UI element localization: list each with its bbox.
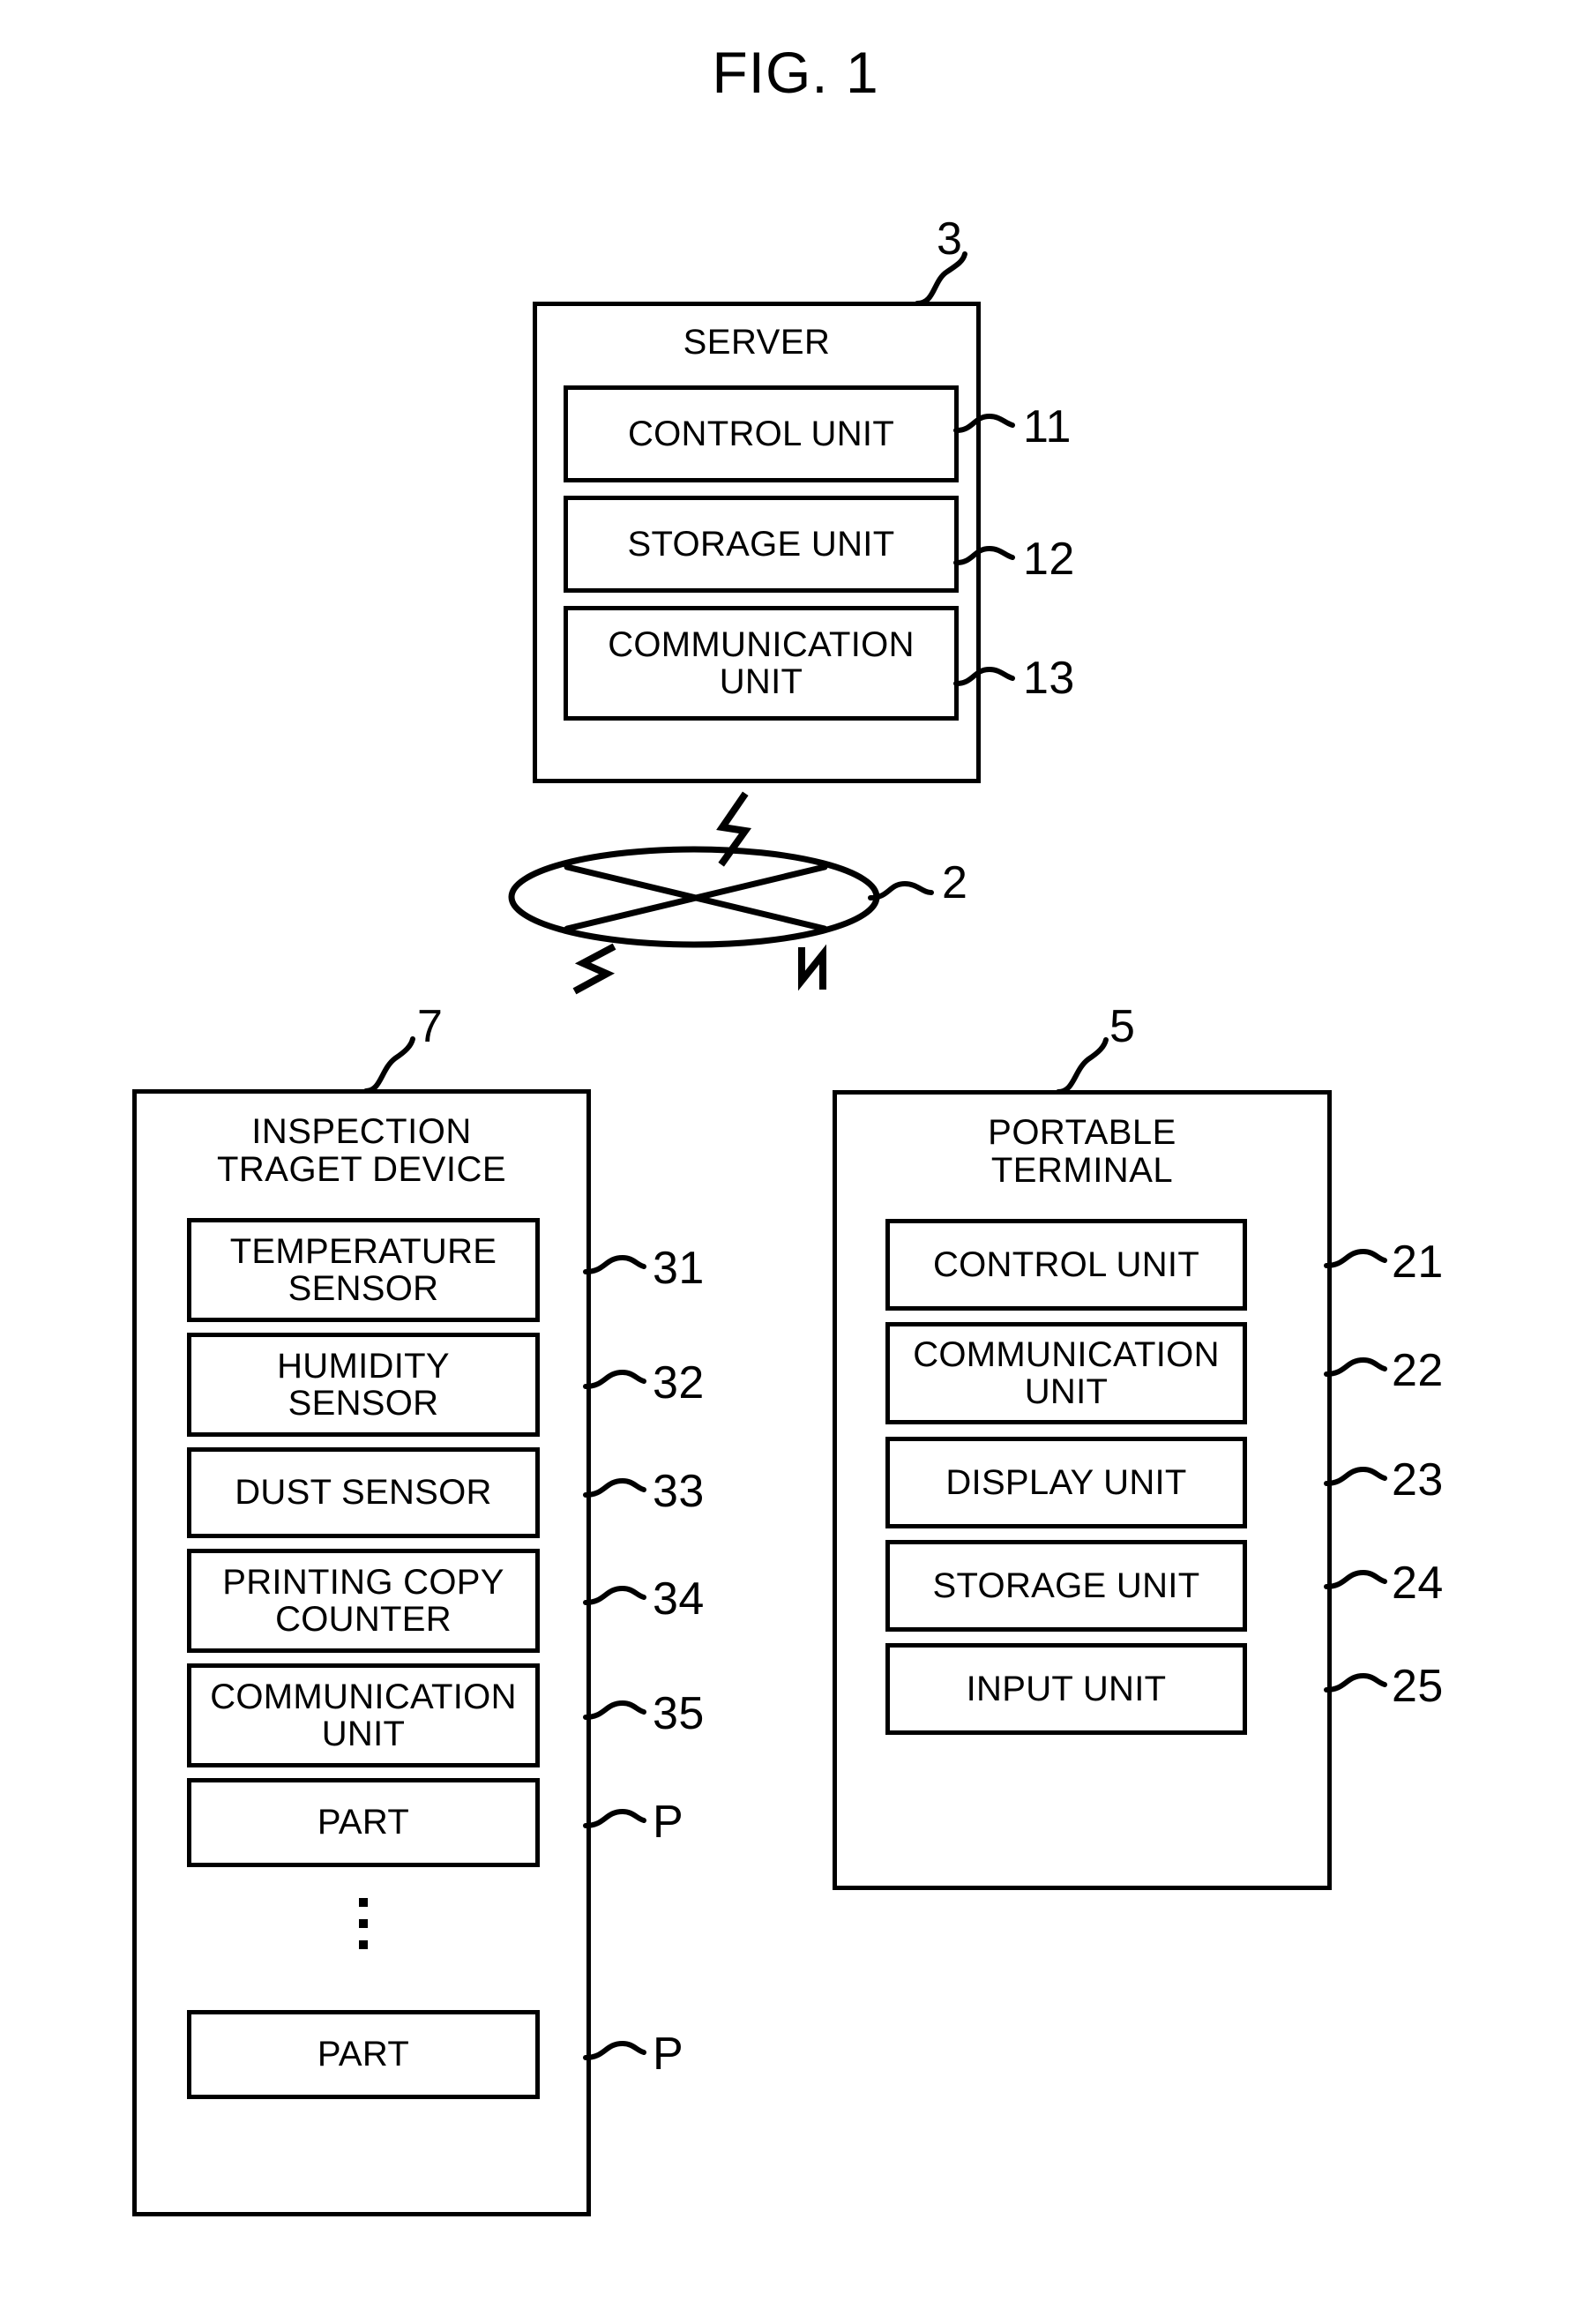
leader-portable-display-unit — [1324, 1466, 1387, 1486]
inspection-temperature-sensor: TEMPERATURE SENSOR — [187, 1218, 540, 1322]
leader-portable-storage-unit — [1324, 1569, 1387, 1589]
inspection-device-title-line2: TRAGET DEVICE — [216, 1150, 507, 1190]
inspection-humidity-sensor-label-line1: HUMIDITY — [277, 1346, 450, 1386]
inspection-device-title-line1: INSPECTION — [251, 1112, 472, 1151]
inspection-humidity-sensor-label-line2: SENSOR — [288, 1384, 439, 1423]
leader-inspection-part-last — [583, 2040, 646, 2060]
leader-inspection-printing-copy-counter — [583, 1585, 646, 1605]
inspection-dust-sensor-label: DUST SENSOR — [235, 1473, 492, 1513]
portable-terminal-title: PORTABLE TERMINAL — [837, 1113, 1327, 1191]
server-module: SERVER CONTROL UNIT STORAGE UNIT COMMUNI… — [533, 302, 981, 783]
ref-network: 2 — [942, 857, 968, 908]
server-control-unit: CONTROL UNIT — [564, 385, 959, 482]
inspection-temperature-sensor-label-line1: TEMPERATURE — [229, 1231, 497, 1271]
inspection-printing-copy-counter-label-line1: PRINTING COPY — [222, 1562, 504, 1602]
server-storage-unit: STORAGE UNIT — [564, 496, 959, 593]
portable-storage-unit-label: STORAGE UNIT — [932, 1566, 1200, 1605]
ellipsis-dot — [359, 1898, 368, 1907]
inspection-communication-unit: COMMUNICATION UNIT — [187, 1663, 540, 1767]
portable-communication-unit-label-line1: COMMUNICATION — [913, 1334, 1220, 1374]
leader-inspection-part-first — [583, 1808, 646, 1828]
inspection-communication-unit-label-line1: COMMUNICATION — [210, 1677, 517, 1716]
inspection-part-last: PART — [187, 2010, 540, 2099]
network-cloud-icon — [508, 846, 880, 948]
portable-input-unit-label: INPUT UNIT — [966, 1669, 1167, 1708]
ref-portable-communication-unit: 22 — [1392, 1345, 1444, 1396]
inspection-printing-copy-counter: PRINTING COPY COUNTER — [187, 1549, 540, 1653]
inspection-humidity-sensor: HUMIDITY SENSOR — [187, 1333, 540, 1437]
portable-control-unit: CONTROL UNIT — [885, 1219, 1247, 1311]
leader-portable-control-unit — [1324, 1248, 1387, 1268]
inspection-device-title: INSPECTION TRAGET DEVICE — [137, 1112, 586, 1190]
ref-portable-display-unit: 23 — [1392, 1454, 1444, 1506]
ref-server: 3 — [937, 213, 963, 265]
leader-portable-communication-unit — [1324, 1356, 1387, 1377]
ref-inspection-temperature-sensor: 31 — [653, 1243, 705, 1294]
inspection-part-first: PART — [187, 1778, 540, 1867]
inspection-device-module: INSPECTION TRAGET DEVICE TEMPERATURE SEN… — [132, 1089, 591, 2216]
ref-inspection-dust-sensor: 33 — [653, 1466, 705, 1517]
inspection-part-last-label: PART — [317, 2035, 410, 2074]
figure-title: FIG. 1 — [712, 40, 879, 105]
server-control-unit-label: CONTROL UNIT — [627, 414, 895, 453]
ref-server-communication-unit: 13 — [1023, 653, 1075, 704]
ref-inspection-device: 7 — [417, 1001, 444, 1052]
ellipsis-dot — [359, 1940, 368, 1949]
inspection-communication-unit-label-line2: UNIT — [321, 1715, 406, 1753]
ref-portable-control-unit: 21 — [1392, 1237, 1444, 1288]
portable-display-unit: DISPLAY UNIT — [885, 1437, 1247, 1528]
ref-portable-input-unit: 25 — [1392, 1661, 1444, 1712]
network-cloud — [498, 842, 904, 957]
portable-communication-unit: COMMUNICATION UNIT — [885, 1322, 1247, 1424]
leader-inspection-temperature-sensor — [583, 1254, 646, 1274]
inspection-temperature-sensor-label-line2: SENSOR — [288, 1269, 439, 1308]
ellipsis-dot — [359, 1919, 368, 1928]
ref-server-control-unit: 11 — [1023, 401, 1072, 452]
inspection-parts-ellipsis — [346, 1886, 381, 1962]
portable-terminal-module: PORTABLE TERMINAL CONTROL UNIT COMMUNICA… — [833, 1090, 1332, 1890]
ref-portable-terminal: 5 — [1109, 1001, 1136, 1052]
ref-portable-storage-unit: 24 — [1392, 1558, 1444, 1609]
server-storage-unit-label: STORAGE UNIT — [627, 524, 895, 564]
portable-communication-unit-label-line2: UNIT — [1024, 1372, 1109, 1411]
ref-server-storage-unit: 12 — [1023, 534, 1075, 585]
leader-portable-input-unit — [1324, 1672, 1387, 1693]
server-title: SERVER — [683, 323, 831, 362]
ref-inspection-printing-copy-counter: 34 — [653, 1573, 705, 1625]
inspection-dust-sensor: DUST SENSOR — [187, 1447, 540, 1538]
portable-control-unit-label: CONTROL UNIT — [932, 1244, 1200, 1284]
leader-portable-terminal — [1056, 1037, 1109, 1095]
ref-inspection-humidity-sensor: 32 — [653, 1357, 705, 1409]
inspection-part-first-label: PART — [317, 1803, 410, 1842]
server-communication-unit: COMMUNICATION UNIT — [564, 606, 959, 721]
leader-inspection-communication-unit — [583, 1700, 646, 1720]
portable-storage-unit: STORAGE UNIT — [885, 1540, 1247, 1632]
figure-page: FIG. 1 SERVER CONTROL UNIT STORAGE UNIT … — [0, 0, 1591, 2324]
leader-inspection-dust-sensor — [583, 1477, 646, 1498]
portable-input-unit: INPUT UNIT — [885, 1643, 1247, 1735]
ref-inspection-part-last: P — [653, 2029, 684, 2080]
leader-inspection-device — [363, 1036, 415, 1094]
server-communication-unit-label-line1: COMMUNICATION — [608, 624, 915, 664]
ref-inspection-part-first: P — [653, 1797, 684, 1848]
portable-terminal-title-line1: PORTABLE — [988, 1113, 1176, 1152]
leader-inspection-humidity-sensor — [583, 1369, 646, 1389]
server-communication-unit-label-line2: UNIT — [719, 662, 803, 701]
portable-display-unit-label: DISPLAY UNIT — [945, 1462, 1187, 1502]
ref-inspection-communication-unit: 35 — [653, 1688, 705, 1739]
portable-terminal-title-line2: TERMINAL — [990, 1151, 1174, 1191]
inspection-printing-copy-counter-label-line2: COUNTER — [275, 1600, 452, 1639]
